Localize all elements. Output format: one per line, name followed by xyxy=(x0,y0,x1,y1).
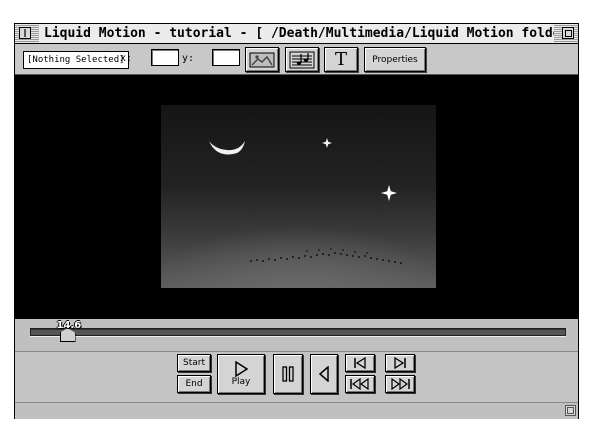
resize-grip-icon[interactable] xyxy=(565,405,576,416)
end-label: End xyxy=(185,379,203,389)
zoom-box[interactable] xyxy=(562,27,574,39)
start-button[interactable]: Start xyxy=(177,354,211,372)
pause-icon xyxy=(282,366,294,382)
forward-to-end-button[interactable] xyxy=(385,375,415,393)
play-label: Play xyxy=(231,377,251,387)
rewind-to-start-icon xyxy=(350,378,369,390)
star-icon-large xyxy=(381,185,397,201)
next-frame-button[interactable] xyxy=(385,354,415,372)
x-field[interactable] xyxy=(151,49,179,66)
previous-frame-button[interactable] xyxy=(345,354,375,372)
close-box[interactable] xyxy=(19,27,31,39)
image-icon xyxy=(249,52,275,67)
status-bar xyxy=(15,402,578,419)
stage[interactable] xyxy=(15,75,578,319)
y-field[interactable] xyxy=(212,49,240,66)
play-icon xyxy=(235,361,248,377)
next-frame-icon xyxy=(394,357,406,369)
bird-flock xyxy=(250,248,402,264)
timeline-track[interactable] xyxy=(30,328,566,336)
sound-tool-button[interactable] xyxy=(285,47,319,72)
star-icon-small xyxy=(322,138,332,148)
properties-button[interactable]: Properties xyxy=(364,47,426,72)
crescent-moon xyxy=(209,141,245,155)
properties-label: Properties xyxy=(372,54,418,65)
step-back-button[interactable] xyxy=(310,354,338,394)
y-label: y: xyxy=(182,53,195,64)
forward-to-end-icon xyxy=(391,378,410,390)
sheet-music-icon xyxy=(289,51,315,68)
toolbar: [Nothing Selected] x: y: T Properties xyxy=(15,44,578,75)
previous-frame-icon xyxy=(354,357,366,369)
end-button[interactable]: End xyxy=(177,375,211,393)
image-tool-button[interactable] xyxy=(245,47,279,72)
x-label: x: xyxy=(120,53,133,64)
play-button[interactable]: Play xyxy=(217,354,265,394)
start-label: Start xyxy=(183,358,205,368)
timeline: 14.6 xyxy=(15,319,578,352)
title-bar[interactable]: Liquid Motion - tutorial - [ /Death/Mult… xyxy=(15,24,578,44)
playback-controls: Start End Play xyxy=(15,352,578,402)
window-title: Liquid Motion - tutorial - [ /Death/Mult… xyxy=(39,24,554,43)
text-tool-button[interactable]: T xyxy=(324,47,358,72)
selection-indicator: [Nothing Selected] xyxy=(23,51,129,69)
text-tool-label: T xyxy=(334,49,347,70)
pause-button[interactable] xyxy=(273,354,303,394)
app-window: Liquid Motion - tutorial - [ /Death/Mult… xyxy=(14,23,579,419)
step-back-icon xyxy=(318,366,329,382)
scene-preview[interactable] xyxy=(161,105,436,288)
rewind-to-start-button[interactable] xyxy=(345,375,375,393)
